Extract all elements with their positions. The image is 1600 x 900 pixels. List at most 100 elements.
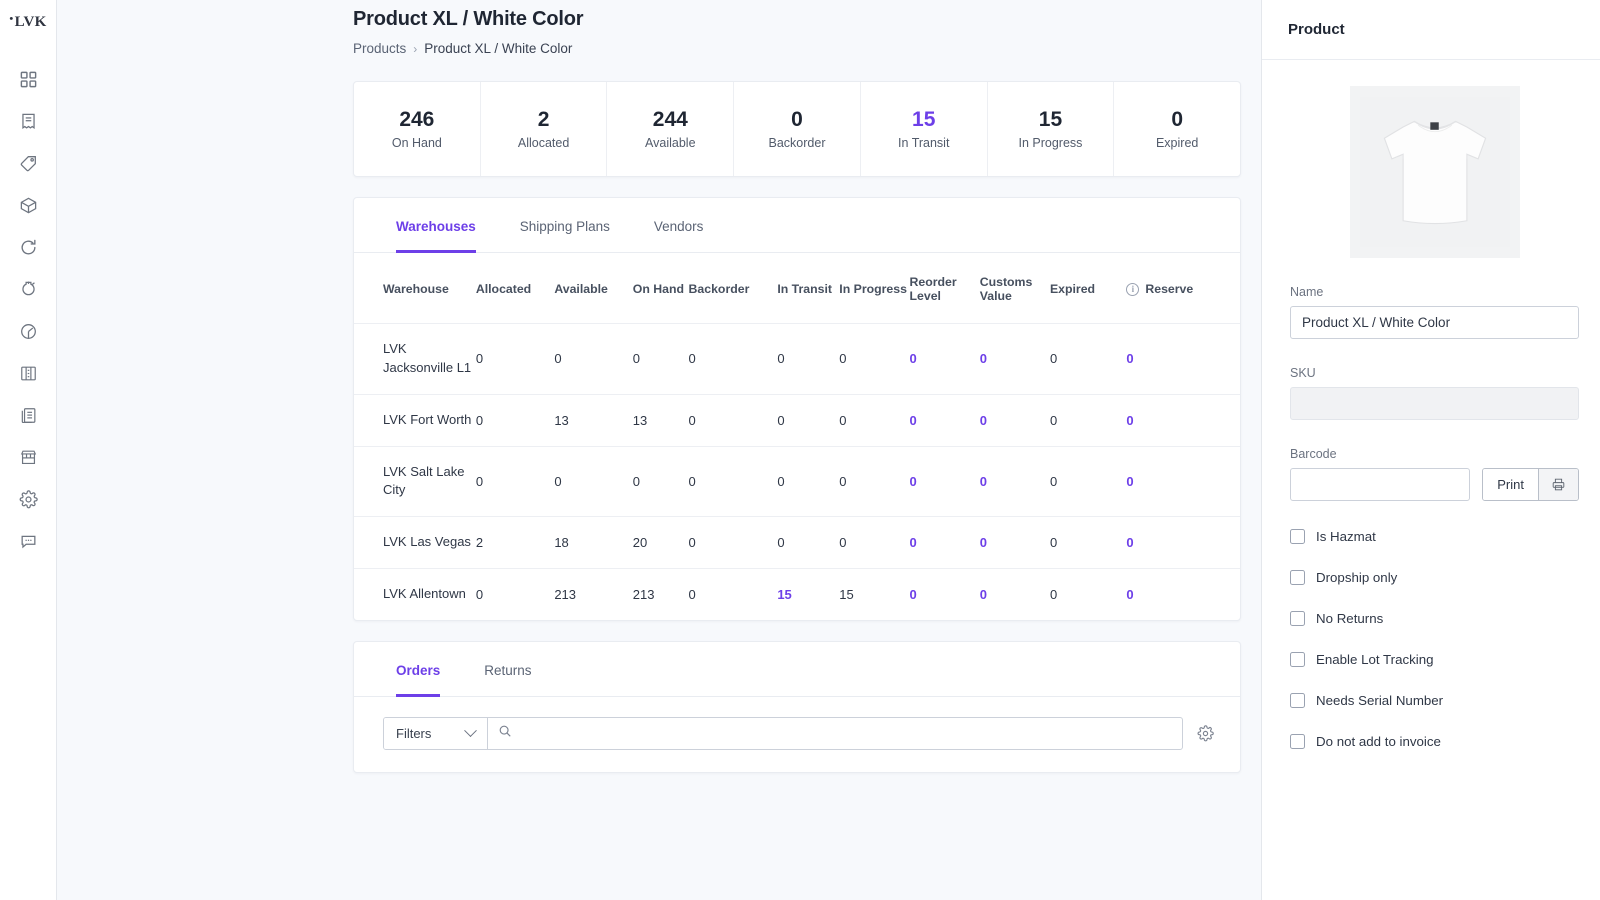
table-row[interactable]: LVK Jacksonville L1 0 0 0 0 0 0 0 0 0 0 (354, 323, 1240, 395)
cell-reorder-level[interactable]: 0 (909, 445, 980, 517)
cell-reorder-level[interactable]: 0 (909, 568, 980, 620)
tag-icon (19, 154, 38, 173)
cell-reorder-level[interactable]: 0 (909, 516, 980, 569)
cell-warehouse: LVK Jacksonville L1 (354, 323, 476, 395)
box-icon (19, 196, 38, 215)
checkbox-label: Is Hazmat (1316, 529, 1376, 544)
name-field[interactable] (1290, 306, 1579, 339)
barcode-row: Print (1290, 468, 1579, 501)
inventory-summary-cards: 246 On Hand 2 Allocated 244 Available 0 … (353, 81, 1241, 177)
cell-customs-value[interactable]: 0 (979, 323, 1050, 395)
sidebar-item-orders[interactable] (0, 100, 56, 142)
sidebar-item-settings[interactable] (0, 478, 56, 520)
cell-customs-value[interactable]: 0 (979, 516, 1050, 569)
app-logo[interactable]: • LVK (0, 0, 56, 44)
col-in-transit[interactable]: In Transit (777, 253, 839, 324)
product-panel-title: Product (1288, 21, 1345, 38)
stat-card-expired: 0 Expired (1114, 82, 1240, 176)
stat-label: Available (645, 135, 696, 150)
breadcrumb-root-link[interactable]: Products (353, 41, 406, 56)
filters-dropdown[interactable]: Filters (384, 717, 488, 749)
sidebar-item-returns[interactable] (0, 226, 56, 268)
stat-card-available: 244 Available (607, 82, 735, 176)
sku-field[interactable] (1290, 387, 1579, 420)
checkbox-box[interactable] (1290, 529, 1305, 544)
search-input[interactable] (521, 725, 1172, 741)
tab-warehouses[interactable]: Warehouses (396, 199, 476, 253)
sidebar-item-analytics[interactable] (0, 310, 56, 352)
search-icon (498, 724, 512, 743)
printer-icon[interactable] (1538, 469, 1578, 500)
checkbox-do-not-add-to-invoice[interactable]: Do not add to invoice (1290, 734, 1579, 749)
sidebar-item-warehouses[interactable] (0, 352, 56, 394)
col-on-hand[interactable]: On Hand (633, 253, 689, 324)
col-customs-value[interactable]: Customs Value (980, 253, 1050, 324)
product-image[interactable] (1349, 86, 1520, 258)
cell-reserve[interactable]: 0 (1126, 445, 1240, 517)
cell-reorder-level[interactable]: 0 (909, 323, 980, 395)
cell-in-progress: 0 (839, 323, 910, 395)
col-allocated[interactable]: Allocated (476, 253, 554, 324)
cell-customs-value[interactable]: 0 (979, 445, 1050, 517)
sidebar-item-stores[interactable] (0, 436, 56, 478)
col-available[interactable]: Available (554, 253, 632, 324)
table-row[interactable]: LVK Las Vegas 2 18 20 0 0 0 0 0 0 0 (354, 516, 1240, 569)
table-header-row: Warehouse Allocated Available On Hand Ba… (354, 253, 1240, 324)
cell-customs-value[interactable]: 0 (979, 393, 1050, 447)
barcode-label: Barcode (1290, 447, 1337, 461)
print-button[interactable]: Print (1483, 469, 1538, 500)
tab-vendors[interactable]: Vendors (654, 199, 704, 253)
tab-returns[interactable]: Returns (484, 643, 531, 697)
checkbox-box[interactable] (1290, 611, 1305, 626)
info-icon[interactable]: i (1126, 282, 1140, 296)
checkbox-box[interactable] (1290, 570, 1305, 585)
inventory-tabs: Warehouses Shipping Plans Vendors (354, 198, 1240, 253)
cell-reserve[interactable]: 0 (1126, 516, 1240, 569)
sidebar-item-support[interactable] (0, 520, 56, 562)
table-row[interactable]: LVK Allentown 0 213 213 0 15 15 0 0 0 0 (354, 568, 1240, 620)
sidebar-item-products[interactable] (0, 142, 56, 184)
col-warehouse[interactable]: Warehouse (354, 253, 476, 324)
col-reserve[interactable]: i Reserve (1126, 253, 1240, 324)
tab-orders[interactable]: Orders (396, 643, 441, 697)
checkbox-box[interactable] (1290, 734, 1305, 749)
orders-toolbar: Filters (354, 697, 1240, 772)
cell-in-transit: 0 (777, 516, 840, 569)
sidebar-item-inventory[interactable] (0, 184, 56, 226)
sidebar-item-dashboard[interactable] (0, 58, 56, 100)
sidebar-item-fulfillment[interactable] (0, 268, 56, 310)
chevron-right-icon: › (413, 41, 418, 56)
sidebar-item-reports[interactable] (0, 394, 56, 436)
cell-reserve[interactable]: 0 (1126, 568, 1240, 620)
cell-backorder: 0 (688, 323, 778, 395)
cell-reserve[interactable]: 0 (1126, 393, 1240, 447)
print-button-group: Print (1482, 468, 1579, 501)
stat-value: 244 (652, 107, 688, 131)
checkbox-box[interactable] (1290, 652, 1305, 667)
logo-dot: • (9, 13, 14, 25)
checkbox-is-hazmat[interactable]: Is Hazmat (1290, 529, 1579, 544)
cell-reserve[interactable]: 0 (1126, 323, 1240, 395)
col-expired[interactable]: Expired (1050, 253, 1126, 324)
cell-backorder: 0 (688, 393, 778, 447)
checkbox-needs-serial-number[interactable]: Needs Serial Number (1290, 693, 1579, 708)
checkbox-enable-lot-tracking[interactable]: Enable Lot Tracking (1290, 652, 1579, 667)
warehouses-table: Warehouse Allocated Available On Hand Ba… (354, 253, 1240, 620)
table-row[interactable]: LVK Fort Worth 0 13 13 0 0 0 0 0 0 0 (354, 393, 1240, 447)
col-backorder[interactable]: Backorder (689, 253, 778, 324)
cell-customs-value[interactable]: 0 (979, 568, 1050, 620)
col-reorder-level[interactable]: Reorder Level (910, 253, 980, 324)
cell-available: 0 (554, 323, 633, 395)
checkbox-no-returns[interactable]: No Returns (1290, 611, 1579, 626)
stat-label: In Transit (898, 135, 950, 150)
tab-shipping-plans[interactable]: Shipping Plans (520, 199, 610, 253)
cell-allocated: 0 (475, 323, 555, 395)
table-settings-gear-icon[interactable] (1197, 725, 1214, 742)
checkbox-box[interactable] (1290, 693, 1305, 708)
table-row[interactable]: LVK Salt Lake City 0 0 0 0 0 0 0 0 0 0 (354, 445, 1240, 517)
barcode-field[interactable] (1290, 468, 1471, 501)
checkbox-dropship-only[interactable]: Dropship only (1290, 570, 1579, 585)
refresh-icon (19, 238, 38, 257)
cell-reorder-level[interactable]: 0 (909, 393, 980, 447)
col-in-progress[interactable]: In Progress (839, 253, 909, 324)
